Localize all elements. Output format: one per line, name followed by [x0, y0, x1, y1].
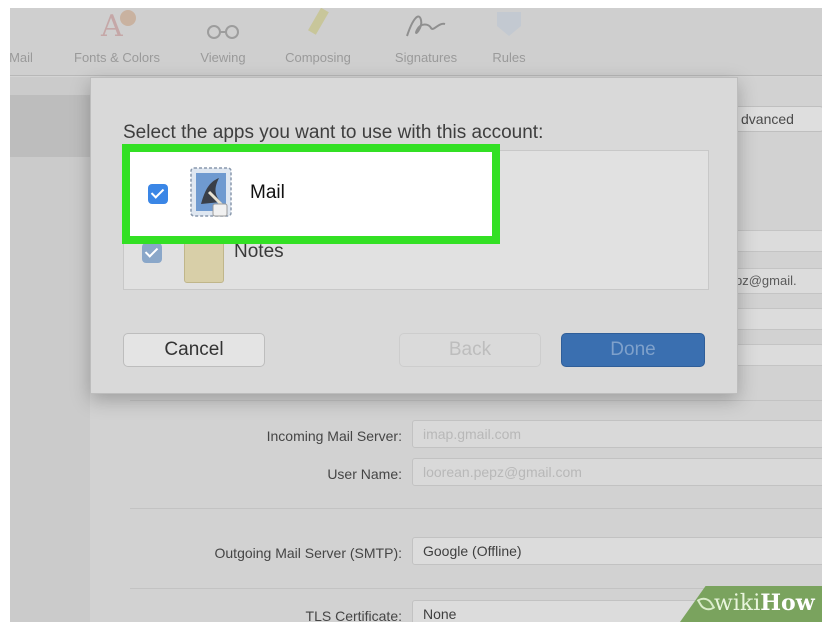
tls-certificate-label: TLS Certificate: — [305, 608, 402, 622]
toolbar-item-mail[interactable]: Mail — [10, 8, 46, 76]
cancel-button[interactable]: Cancel — [123, 333, 265, 367]
divider-1 — [130, 400, 822, 401]
rules-icon — [497, 12, 521, 36]
divider-2 — [130, 508, 822, 509]
user-name-field[interactable]: loorean.pepz@gmail.com — [412, 458, 822, 486]
mail-label: Mail — [250, 182, 285, 203]
svg-text:A: A — [100, 9, 123, 44]
back-button[interactable]: Back — [399, 333, 541, 367]
notes-checkbox[interactable] — [142, 243, 162, 263]
leaf-icon — [696, 594, 716, 614]
email-address-field[interactable]: pz@gmail. — [726, 268, 822, 294]
wikihow-logo-text: wikiHow — [714, 590, 815, 616]
fonts-colors-icon: A — [100, 9, 136, 44]
toolbar-label-fonts-colors: Fonts & Colors — [74, 50, 160, 65]
advanced-tab[interactable]: dvanced — [732, 106, 822, 132]
toolbar-label-signatures: Signatures — [394, 50, 458, 65]
account-field-2[interactable] — [726, 308, 822, 330]
account-field-1[interactable] — [726, 230, 822, 252]
app-row-mail: Mail — [130, 152, 492, 236]
toolbar-label-viewing: Viewing — [200, 50, 246, 65]
signature-icon — [406, 15, 446, 37]
user-name-label: User Name: — [327, 466, 402, 482]
mail-preferences-window: Mail A Fonts & Colors Viewing Composing — [10, 8, 822, 622]
toolbar-label-mail: Mail — [10, 50, 33, 65]
toolbar-item-signatures[interactable]: Signatures — [378, 8, 474, 76]
toolbar-item-composing[interactable]: Composing — [266, 8, 370, 76]
selected-account-row[interactable] — [10, 95, 90, 157]
toolbar-item-fonts-colors[interactable]: A Fonts & Colors — [54, 8, 180, 76]
viewing-glasses-icon — [207, 25, 239, 39]
mail-row-highlight: Mail — [122, 144, 500, 244]
toolbar-item-rules[interactable]: Rules — [480, 8, 538, 76]
composing-pencil-icon — [308, 8, 329, 35]
sheet-title: Select the apps you want to use with thi… — [123, 122, 544, 143]
toolbar-item-viewing[interactable]: Viewing — [190, 8, 256, 76]
incoming-server-field[interactable]: imap.gmail.com — [412, 420, 822, 448]
toolbar-label-composing: Composing — [285, 50, 351, 65]
account-field-3[interactable] — [726, 344, 822, 366]
mail-stamp-icon — [190, 167, 232, 217]
accounts-sidebar — [10, 77, 90, 622]
done-button[interactable]: Done — [561, 333, 705, 367]
smtp-label: Outgoing Mail Server (SMTP): — [214, 545, 403, 561]
toolbar-label-rules: Rules — [492, 50, 526, 65]
notes-label: Notes — [234, 241, 284, 262]
mail-checkbox[interactable] — [148, 184, 168, 204]
smtp-server-select[interactable]: Google (Offline) — [412, 537, 822, 565]
incoming-server-label: Incoming Mail Server: — [266, 428, 402, 444]
preferences-toolbar: Mail A Fonts & Colors Viewing Composing — [10, 8, 822, 76]
